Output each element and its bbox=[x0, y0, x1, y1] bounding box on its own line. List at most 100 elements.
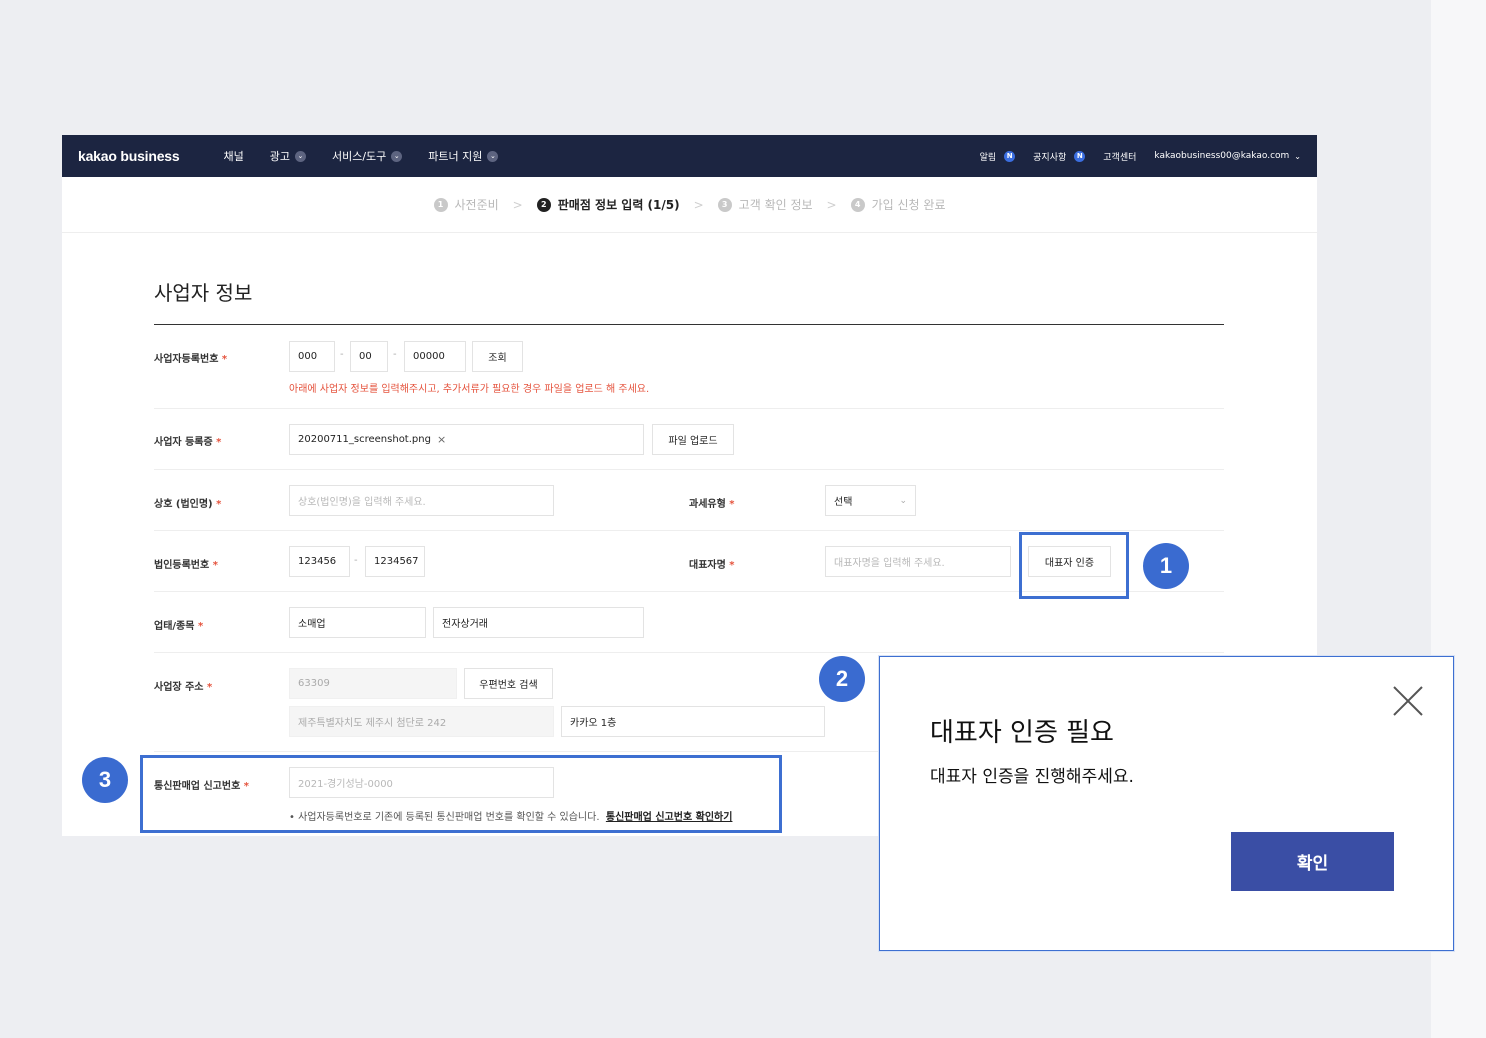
biz-reg-no-label: 사업자등록번호 * bbox=[154, 350, 227, 365]
company-name-label: 상호 (법인명) * bbox=[154, 495, 221, 510]
step-label: 사전준비 bbox=[454, 198, 499, 212]
confirm-button[interactable]: 확인 bbox=[1231, 832, 1394, 891]
biz-reg-no-part2-input[interactable]: 00 bbox=[350, 341, 388, 372]
required-mark: * bbox=[216, 499, 222, 510]
account-menu[interactable]: kakaobusiness00@kakao.com ⌄ bbox=[1154, 151, 1301, 161]
biz-cert-label: 사업자 등록증 * bbox=[154, 433, 221, 448]
modal-message: 대표자 인증을 진행해주세요. bbox=[930, 767, 1134, 787]
corp-reg-no-part1-input[interactable]: 123456 bbox=[289, 546, 350, 577]
menu-ads[interactable]: 광고 ⌄ bbox=[270, 148, 306, 164]
label-text: 사업장 주소 bbox=[154, 682, 204, 693]
alerts-label: 알림 bbox=[979, 152, 997, 163]
menu-services-tools[interactable]: 서비스/도구 ⌄ bbox=[331, 148, 403, 164]
row-divider bbox=[154, 408, 1224, 409]
callout-badge-2: 2 bbox=[819, 656, 865, 702]
kakao-business-logo[interactable]: kakao business bbox=[78, 148, 180, 164]
chevron-down-icon: ⌄ bbox=[294, 150, 306, 162]
ceo-name-input[interactable]: 대표자명을 입력해 주세요. bbox=[825, 546, 1011, 577]
required-mark: * bbox=[212, 560, 218, 571]
address-label: 사업장 주소 * bbox=[154, 678, 212, 693]
biz-info-warning: 아래에 사업자 정보를 입력해주시고, 추가서류가 필요한 경우 파일을 업로드… bbox=[289, 384, 650, 395]
zip-code-field: 63309 bbox=[289, 668, 457, 699]
label-text: 과세유형 bbox=[689, 499, 726, 510]
label-text: 대표자명 bbox=[689, 560, 726, 571]
dash-separator: - bbox=[393, 349, 397, 360]
row-divider bbox=[154, 652, 1224, 653]
dash-separator: - bbox=[340, 349, 344, 360]
row-divider bbox=[154, 469, 1224, 470]
chevron-down-icon: ⌄ bbox=[899, 495, 907, 506]
business-type-label: 업태/종목 * bbox=[154, 617, 203, 632]
section-title: 사업자 정보 bbox=[154, 281, 253, 305]
utility-menu: 알림 N 공지사항 N 고객센터 kakaobusiness00@kakao.com… bbox=[980, 150, 1301, 163]
step-prepare: 1 사전준비 bbox=[433, 196, 499, 213]
dash-separator: - bbox=[354, 555, 358, 566]
remove-file-icon[interactable]: × bbox=[437, 433, 446, 446]
step-number: 3 bbox=[717, 197, 732, 212]
new-badge: N bbox=[1074, 150, 1086, 162]
uploaded-file-name: 20200711_screenshot.png bbox=[298, 434, 431, 445]
address-line1-field: 제주특별자치도 제주시 첨단로 242 bbox=[289, 706, 554, 737]
lookup-button[interactable]: 조회 bbox=[472, 341, 523, 372]
top-navigation: kakao business 채널 광고 ⌄ 서비스/도구 ⌄ 파트너 지원 ⌄ 알림… bbox=[62, 135, 1317, 177]
required-mark: * bbox=[221, 354, 228, 365]
alerts-link[interactable]: 알림 N bbox=[980, 150, 1016, 163]
required-mark: * bbox=[216, 437, 222, 448]
chevron-down-icon: ⌄ bbox=[1294, 151, 1301, 161]
highlight-ecommerce-row bbox=[140, 755, 782, 833]
progress-steps: 1 사전준비 > 2 판매점 정보 입력 (1/5) > 3 고객 확인 정보 > 4… bbox=[62, 177, 1317, 233]
title-divider bbox=[154, 324, 1224, 325]
file-upload-button[interactable]: 파일 업로드 bbox=[652, 424, 734, 455]
ceo-name-label: 대표자명 * bbox=[689, 556, 735, 571]
step-separator-icon: > bbox=[693, 197, 704, 212]
notices-link[interactable]: 공지사항 N bbox=[1033, 150, 1086, 163]
zip-search-button[interactable]: 우편번호 검색 bbox=[464, 668, 553, 699]
step-number: 1 bbox=[433, 197, 448, 212]
notices-label: 공지사항 bbox=[1033, 152, 1067, 163]
highlight-ceo-verify bbox=[1019, 532, 1129, 599]
required-mark: * bbox=[206, 682, 213, 693]
callout-badge-3: 3 bbox=[82, 757, 128, 803]
menu-partner-support[interactable]: 파트너 지원 ⌄ bbox=[428, 148, 499, 164]
business-category-input[interactable]: 소매업 bbox=[289, 607, 426, 638]
step-separator-icon: > bbox=[512, 197, 523, 212]
modal-title: 대표자 인증 필요 bbox=[930, 718, 1114, 748]
label-text: 사업자등록번호 bbox=[154, 354, 219, 365]
biz-reg-no-part3-input[interactable]: 00000 bbox=[404, 341, 466, 372]
account-email: kakaobusiness00@kakao.com bbox=[1154, 151, 1290, 161]
step-complete: 4 가입 신청 완료 bbox=[850, 196, 945, 213]
menu-channel[interactable]: 채널 bbox=[223, 148, 243, 164]
row-divider bbox=[154, 530, 1224, 531]
required-mark: * bbox=[197, 621, 204, 632]
required-mark: * bbox=[729, 499, 735, 510]
step-customer-info: 3 고객 확인 정보 bbox=[717, 196, 813, 213]
company-name-input[interactable]: 상호(법인명)을 입력해 주세요. bbox=[289, 485, 554, 516]
corp-reg-no-part2-input[interactable]: 1234567 bbox=[365, 546, 425, 577]
required-mark: * bbox=[729, 560, 735, 571]
ceo-verification-modal: 대표자 인증 필요 대표자 인증을 진행해주세요. 확인 bbox=[879, 656, 1454, 951]
step-label: 판매점 정보 입력 (1/5) bbox=[557, 198, 680, 212]
menu-services-label: 서비스/도구 bbox=[331, 150, 387, 163]
close-icon-graphic bbox=[1393, 686, 1423, 716]
new-badge: N bbox=[1004, 150, 1016, 162]
step-separator-icon: > bbox=[826, 197, 837, 212]
close-icon[interactable] bbox=[1390, 683, 1426, 719]
biz-reg-no-part1-input[interactable]: 000 bbox=[289, 341, 335, 372]
step-label: 고객 확인 정보 bbox=[738, 198, 813, 212]
chevron-down-icon: ⌄ bbox=[391, 150, 403, 162]
support-link[interactable]: 고객센터 bbox=[1103, 150, 1136, 163]
menu-channel-label: 채널 bbox=[223, 150, 244, 163]
tax-type-select[interactable]: 선택 ⌄ bbox=[825, 485, 916, 516]
address-line2-input[interactable]: 카카오 1층 bbox=[561, 706, 825, 737]
menu-ads-label: 광고 bbox=[269, 150, 290, 163]
step-number: 2 bbox=[536, 197, 551, 212]
step-number: 4 bbox=[850, 197, 865, 212]
corp-reg-no-label: 법인등록번호 * bbox=[154, 556, 218, 571]
tax-type-label: 과세유형 * bbox=[689, 495, 735, 510]
business-item-input[interactable]: 전자상거래 bbox=[433, 607, 644, 638]
label-text: 업태/종목 bbox=[154, 621, 195, 632]
label-text: 사업자 등록증 bbox=[154, 437, 213, 448]
label-text: 법인등록번호 bbox=[154, 560, 210, 571]
label-text: 상호 (법인명) bbox=[154, 499, 213, 510]
step-store-info: 2 판매점 정보 입력 (1/5) bbox=[536, 196, 680, 213]
